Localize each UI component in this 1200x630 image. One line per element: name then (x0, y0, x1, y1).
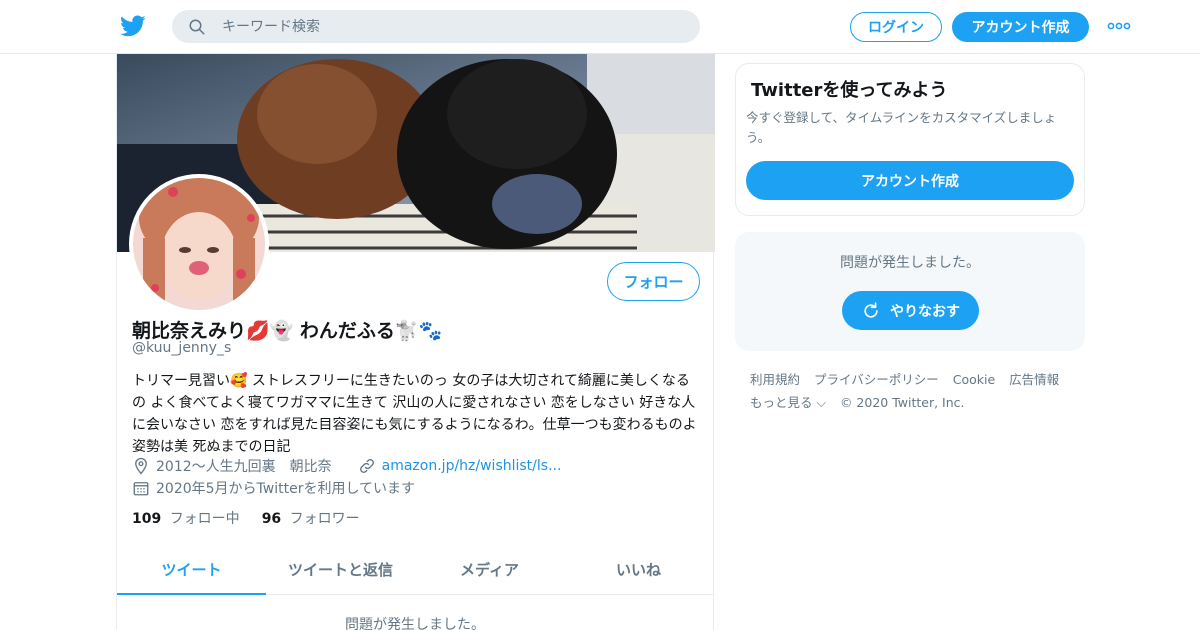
error-card-message: 問題が発生しました。 (840, 255, 980, 271)
profile-column: フォロー 朝比奈えみり💋👻 わんだふる🐩🐾 @kuu_jenny_s トリマー見… (116, 54, 715, 630)
tab-likes[interactable]: いいね (564, 545, 713, 594)
search-input[interactable] (222, 18, 662, 35)
top-navigation-bar: ログイン アカウント作成 (0, 0, 1200, 54)
profile-handle: @kuu_jenny_s (132, 340, 232, 356)
following-count: 109 (132, 511, 162, 527)
profile-meta-row: 2012〜人生九回裏 朝比奈 amazon.jp/hz/wishlist/ls.… (132, 456, 561, 476)
tab-media[interactable]: メディア (415, 545, 564, 594)
link-icon (359, 459, 374, 473)
followers-stat[interactable]: 96 フォロワー (262, 508, 360, 528)
footer-link-privacy[interactable]: プライバシーポリシー (814, 368, 939, 391)
signup-card-description: 今すぐ登録して、タイムラインをカスタマイズしましょう。 (746, 110, 1057, 145)
following-stat[interactable]: 109 フォロー中 (132, 508, 240, 528)
profile-stats: 109 フォロー中 96 フォロワー (132, 508, 382, 528)
error-card: 問題が発生しました。 やりなおす (735, 232, 1085, 351)
tab-tweets-and-replies[interactable]: ツイートと返信 (266, 545, 415, 594)
profile-website-link[interactable]: amazon.jp/hz/wishlist/ls... (382, 458, 562, 474)
search-icon (189, 19, 205, 34)
footer-link-cookie[interactable]: Cookie (953, 368, 995, 391)
profile-avatar[interactable] (129, 174, 269, 314)
profile-tabs: ツイート ツイートと返信 メディア いいね (117, 545, 713, 595)
signup-card: Twitterを使ってみよう 今すぐ登録して、タイムラインをカスタマイズしましょ… (735, 63, 1085, 216)
signup-button[interactable]: アカウント作成 (952, 12, 1089, 42)
tab-tweets[interactable]: ツイート (117, 545, 266, 595)
more-dots-icon[interactable] (1107, 20, 1131, 32)
timeline-error-text: 問題が発生しました。 (345, 617, 485, 630)
twitter-bird-icon[interactable] (120, 13, 146, 39)
signup-card-title: Twitterを使ってみよう (751, 80, 948, 101)
following-label: フォロー中 (169, 511, 240, 527)
footer-link-more[interactable]: もっと見る ⌵ (750, 391, 826, 414)
login-button[interactable]: ログイン (850, 12, 942, 42)
follow-button[interactable]: フォロー (607, 262, 700, 301)
profile-joined-row: 2020年5月からTwitterを利用しています (132, 478, 415, 498)
followers-count: 96 (261, 511, 282, 527)
profile-location: 2012〜人生九回裏 朝比奈 (156, 459, 332, 475)
followers-label: フォロワー (289, 511, 360, 527)
refresh-icon (864, 301, 878, 318)
search-bar[interactable] (172, 10, 700, 43)
profile-bio: トリマー見習い🥰 ストレスフリーに生きたいのっ 女の子は大切されて綺麗に美しくな… (132, 373, 697, 455)
profile-joined-date: 2020年5月からTwitterを利用しています (156, 481, 416, 497)
retry-button-label: やりなおす (890, 303, 960, 320)
calendar-icon (133, 482, 149, 496)
profile-display-name: 朝比奈えみり💋👻 わんだふる🐩🐾 (132, 320, 443, 342)
footer-link-terms[interactable]: 利用規約 (750, 368, 800, 391)
footer-link-ads-info[interactable]: 広告情報 (1009, 368, 1059, 391)
location-icon (135, 457, 147, 475)
sidebar-footer: 利用規約 プライバシーポリシー Cookie 広告情報 もっと見る ⌵ © 20… (750, 368, 1085, 414)
signup-card-button[interactable]: アカウント作成 (746, 161, 1074, 200)
footer-copyright: © 2020 Twitter, Inc. (839, 395, 965, 410)
retry-button[interactable]: やりなおす (842, 291, 979, 330)
